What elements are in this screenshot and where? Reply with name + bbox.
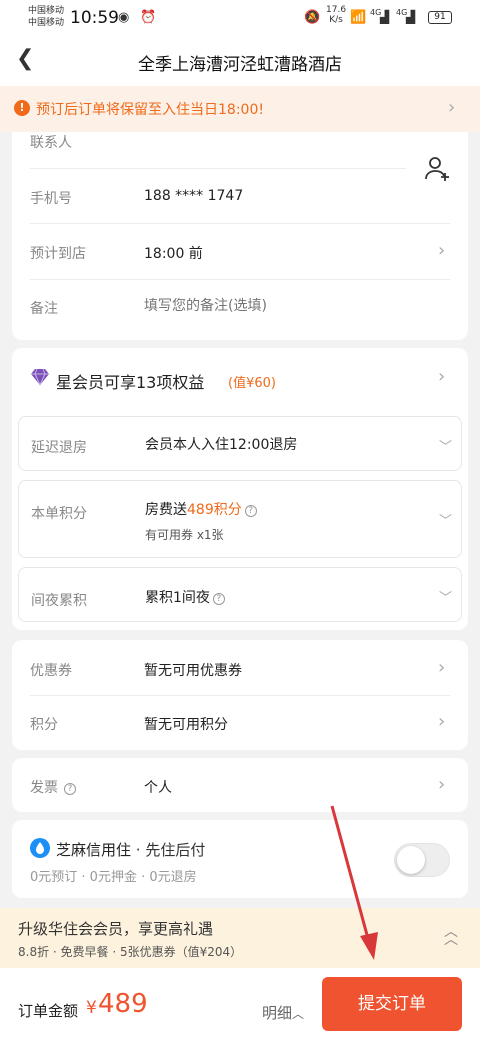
benefits-title: 星会员可享13项权益	[56, 373, 205, 392]
chevron-right-icon: ›	[438, 711, 446, 732]
chevron-down-icon: ﹀	[439, 440, 453, 455]
clock: 10:59	[70, 8, 119, 28]
credit-label: 积分	[30, 717, 58, 733]
currency-symbol: ¥	[86, 998, 97, 1018]
arrival-time-row[interactable]: 预计到店 18:00 前 ›	[12, 224, 468, 279]
battery-icon: 91	[428, 11, 452, 24]
remark-input[interactable]	[144, 292, 444, 320]
benefits-value-tag: (值¥60)	[228, 376, 276, 391]
chevron-up-icon: ︿	[292, 1007, 305, 1021]
mute-icon: 🔕	[304, 10, 321, 25]
chevron-right-icon: ›	[438, 366, 446, 387]
chevron-right-icon: ›	[438, 657, 446, 678]
carrier-2: 中国移动	[28, 18, 65, 28]
zhima-subtitle: · 先住后付	[135, 841, 206, 859]
help-icon[interactable]: ?	[244, 505, 257, 517]
order-amount: 489	[98, 989, 148, 1019]
nights-value-text: 累积1间夜	[145, 590, 210, 606]
divider	[30, 279, 450, 280]
diamond-icon	[30, 368, 50, 387]
submit-order-button[interactable]: 提交订单	[322, 977, 462, 1031]
coupon-value: 暂无可用优惠券	[144, 663, 242, 679]
signal-icon-2: ▟	[406, 10, 416, 24]
phone-label: 手机号	[30, 191, 72, 207]
coupon-label: 优惠券	[30, 663, 72, 679]
arrival-label: 预计到店	[30, 246, 86, 262]
annotation-arrow	[330, 805, 378, 960]
divider	[30, 168, 406, 169]
net-speed-value: 17.6	[326, 5, 347, 15]
chevron-down-icon: ﹀	[439, 591, 453, 606]
nights-row[interactable]: 间夜累积 累积1间夜? ﹀	[18, 567, 462, 622]
price-detail-toggle[interactable]: 明细︿	[262, 1002, 304, 1023]
amount-label: 订单金额	[18, 1002, 79, 1020]
chevron-right-icon: ›	[438, 774, 446, 795]
contact-card: 联系人 手机号 188 **** 1747 预计到店 18:00 前 › 备注	[12, 132, 468, 340]
net-speed-unit: K/s	[329, 15, 343, 25]
late-checkout-value: 会员本人入住12:00退房	[145, 437, 298, 453]
points-amount: 489积分	[187, 502, 242, 518]
add-contact-icon[interactable]	[424, 154, 452, 182]
net-speed: 17.6 K/s	[326, 5, 346, 25]
credit-points-row[interactable]: 积分 暂无可用积分 ›	[12, 696, 468, 750]
invoice-label: 发票?	[30, 777, 76, 797]
arrival-value: 18:00 前	[144, 246, 203, 262]
discounts-card: 优惠券 暂无可用优惠券 › 积分 暂无可用积分 ›	[12, 640, 468, 750]
late-checkout-label: 延迟退房	[31, 440, 87, 456]
chevron-down-icon: ﹀	[439, 514, 453, 529]
zhima-toggle[interactable]	[394, 843, 450, 877]
upgrade-details: 8.8折 · 免费早餐 · 5张优惠券（值¥204）	[18, 945, 243, 959]
points-value: 房费送489积分?	[145, 499, 257, 519]
membership-card: 星会员可享13项权益 (值¥60) › 延迟退房 会员本人入住12:00退房 ﹀…	[12, 348, 468, 630]
page-title: 全季上海漕河泾虹漕路酒店	[138, 55, 342, 75]
wifi-icon: 📶	[350, 10, 367, 25]
arrow-head	[360, 932, 378, 960]
toggle-knob	[397, 846, 425, 874]
upgrade-title: 升级华住会会员，享更高礼遇	[18, 920, 214, 938]
zhima-title: 芝麻信用住	[56, 841, 132, 859]
chevron-right-icon: ›	[438, 240, 446, 261]
invoice-card[interactable]: 发票? 个人 ›	[12, 758, 468, 812]
zhima-details: 0元预订 · 0元押金 · 0元退房	[30, 870, 197, 885]
zhima-logo-icon	[30, 838, 50, 858]
double-chevron-up-icon[interactable]: ︿ ︿	[444, 925, 458, 947]
nights-label: 间夜累积	[31, 593, 87, 609]
points-row[interactable]: 本单积分 房费送489积分? 有可用券 x1张 ﹀	[18, 480, 462, 558]
signal-icon-1: ▟	[380, 10, 390, 24]
nav-bar: ❮ 全季上海漕河泾虹漕路酒店	[0, 36, 480, 86]
remark-label: 备注	[30, 301, 58, 317]
chevron-right-icon: ›	[448, 97, 456, 118]
points-prefix: 房费送	[145, 502, 187, 518]
notice-text: 预订后订单将保留至入住当日18:00!	[36, 102, 264, 118]
member-benefits-row[interactable]: 星会员可享13项权益 (值¥60) ›	[12, 348, 468, 410]
late-checkout-row[interactable]: 延迟退房 会员本人入住12:00退房 ﹀	[18, 416, 462, 471]
detail-label: 明细	[262, 1004, 293, 1022]
nights-value: 累积1间夜?	[145, 587, 225, 607]
help-icon[interactable]: ?	[64, 783, 76, 795]
zhima-title-line: 芝麻信用住 · 先住后付	[56, 839, 205, 860]
help-icon[interactable]: ?	[212, 593, 225, 605]
coupon-row[interactable]: 优惠券 暂无可用优惠券 ›	[12, 640, 468, 695]
credit-value: 暂无可用积分	[144, 717, 228, 733]
invoice-value: 个人	[144, 780, 172, 796]
invoice-label-text: 发票	[30, 780, 58, 796]
points-label: 本单积分	[31, 506, 87, 522]
eye-icon: ◉	[118, 10, 130, 25]
phone-value[interactable]: 188 **** 1747	[144, 188, 243, 204]
alert-icon: !	[14, 100, 30, 116]
alarm-icon: ⏰	[140, 10, 157, 25]
status-bar: 中国移动 中国移动 10:59 ◉ ⏰ 🔕 17.6 K/s 📶 4G ▟ 4G…	[0, 0, 480, 36]
arrow-shaft	[330, 805, 372, 947]
points-note: 有可用券 x1张	[145, 528, 224, 542]
contact-label: 联系人	[30, 135, 72, 151]
reservation-notice[interactable]: ! 预订后订单将保留至入住当日18:00! ›	[0, 86, 480, 132]
carrier-1: 中国移动	[28, 6, 65, 16]
upgrade-banner[interactable]: 升级华住会会员，享更高礼遇 8.8折 · 免费早餐 · 5张优惠券（值¥204）…	[0, 908, 480, 968]
